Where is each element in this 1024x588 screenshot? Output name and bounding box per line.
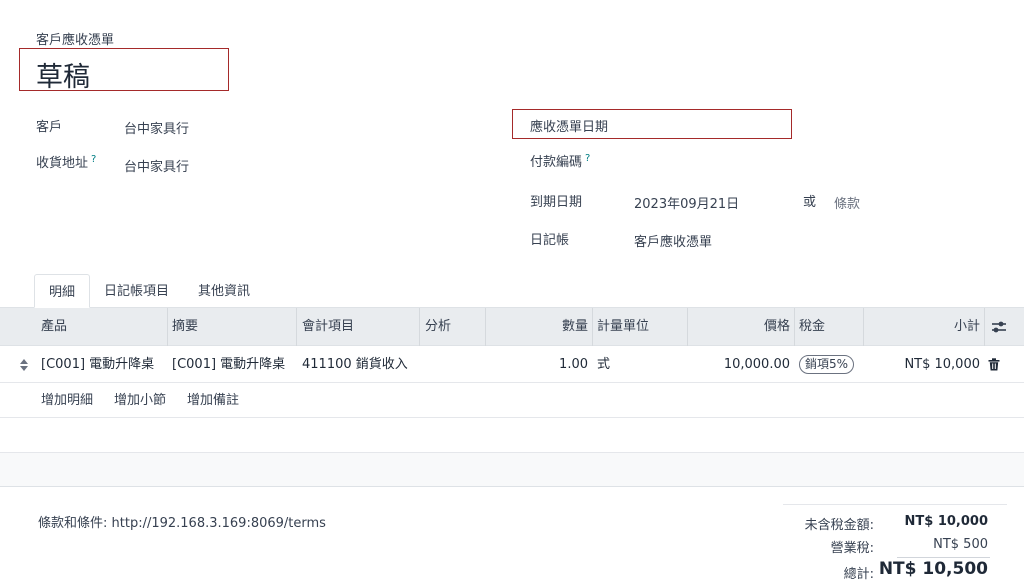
- journal-label: 日記帳: [530, 233, 570, 248]
- column-divider: [167, 308, 168, 346]
- terms-and-conditions[interactable]: 條款和條件: http://192.168.3.169:8069/terms: [38, 512, 326, 531]
- invoice-date-label: 應收憑單日期: [530, 120, 609, 135]
- document-type-label: 客戶應收憑單: [36, 33, 115, 48]
- tax-badge[interactable]: 銷項5%: [799, 355, 855, 374]
- cell-taxes[interactable]: 銷項5%: [799, 346, 855, 383]
- add-note-link[interactable]: 增加備註: [187, 383, 239, 418]
- column-header-analytic[interactable]: 分析: [425, 308, 451, 346]
- table-footer-row: [0, 453, 1024, 487]
- column-divider: [419, 308, 420, 346]
- column-divider: [592, 308, 593, 346]
- help-icon[interactable]: ?: [585, 153, 590, 164]
- page-title: 草稿: [36, 62, 90, 93]
- column-header-uom[interactable]: 計量單位: [597, 308, 649, 346]
- column-header-account[interactable]: 會計項目: [302, 308, 354, 346]
- tax-amount-value: NT$ 500: [933, 537, 988, 552]
- or-text: 或: [803, 195, 817, 210]
- delivery-address-field[interactable]: 台中家具行: [124, 156, 189, 175]
- tab-invoice-lines[interactable]: 明細: [34, 274, 91, 308]
- tax-amount-label: 營業稅:: [830, 541, 874, 556]
- table-header: [0, 308, 1024, 346]
- column-divider: [485, 308, 486, 346]
- cell-quantity[interactable]: 1.00: [530, 346, 588, 383]
- payment-reference-label-text: 付款編碼: [530, 155, 583, 170]
- column-divider: [984, 308, 985, 346]
- column-header-taxes[interactable]: 稅金: [799, 308, 825, 346]
- payment-reference-label: 付款編碼?: [530, 151, 590, 170]
- due-date-field[interactable]: 2023年09月21日: [634, 193, 739, 212]
- add-section-link[interactable]: 增加小節: [114, 383, 166, 418]
- column-divider: [794, 308, 795, 346]
- cell-price[interactable]: 10,000.00: [700, 346, 790, 383]
- empty-row: [0, 418, 1024, 453]
- cell-account[interactable]: 411100 銷貨收入: [302, 346, 408, 383]
- invoice-date-field[interactable]: [634, 112, 784, 136]
- customer-field[interactable]: 台中家具行: [124, 118, 189, 137]
- payment-reference-field[interactable]: [634, 148, 934, 172]
- trash-icon[interactable]: [988, 358, 1000, 371]
- cell-subtotal: NT$ 10,000: [904, 357, 980, 372]
- column-header-quantity[interactable]: 數量: [540, 308, 588, 346]
- delivery-address-label: 收貨地址?: [36, 152, 96, 171]
- help-icon[interactable]: ?: [91, 154, 96, 165]
- total-divider: [897, 557, 990, 558]
- untaxed-amount-value: NT$ 10,000: [904, 514, 988, 529]
- column-divider: [863, 308, 864, 346]
- cell-uom[interactable]: 式: [597, 346, 610, 383]
- untaxed-amount-label: 未含稅金額:: [804, 518, 874, 533]
- journal-field[interactable]: 客戶應收憑單: [634, 231, 712, 250]
- tab-other-info[interactable]: 其他資訊: [184, 274, 264, 308]
- drag-handle-icon[interactable]: [19, 358, 29, 372]
- due-date-label: 到期日期: [530, 195, 583, 210]
- add-line-link[interactable]: 增加明細: [41, 383, 93, 418]
- optional-columns-icon[interactable]: [991, 319, 1007, 335]
- totals-divider: [783, 504, 1007, 505]
- column-header-product[interactable]: 產品: [41, 308, 67, 346]
- column-divider: [296, 308, 297, 346]
- customer-label: 客戶: [36, 120, 63, 135]
- column-header-description[interactable]: 摘要: [172, 308, 198, 346]
- column-header-price[interactable]: 價格: [740, 308, 790, 346]
- tab-journal-items[interactable]: 日記帳項目: [90, 274, 183, 308]
- total-label: 總計:: [843, 567, 874, 582]
- cell-product[interactable]: [C001] 電動升降桌: [41, 346, 154, 383]
- payment-terms-field[interactable]: 條款: [834, 193, 860, 212]
- cell-description[interactable]: [C001] 電動升降桌: [172, 346, 285, 383]
- total-value: NT$ 10,500: [878, 559, 988, 579]
- column-header-subtotal[interactable]: 小計: [930, 308, 980, 346]
- column-divider: [687, 308, 688, 346]
- delivery-address-label-text: 收貨地址: [36, 156, 89, 171]
